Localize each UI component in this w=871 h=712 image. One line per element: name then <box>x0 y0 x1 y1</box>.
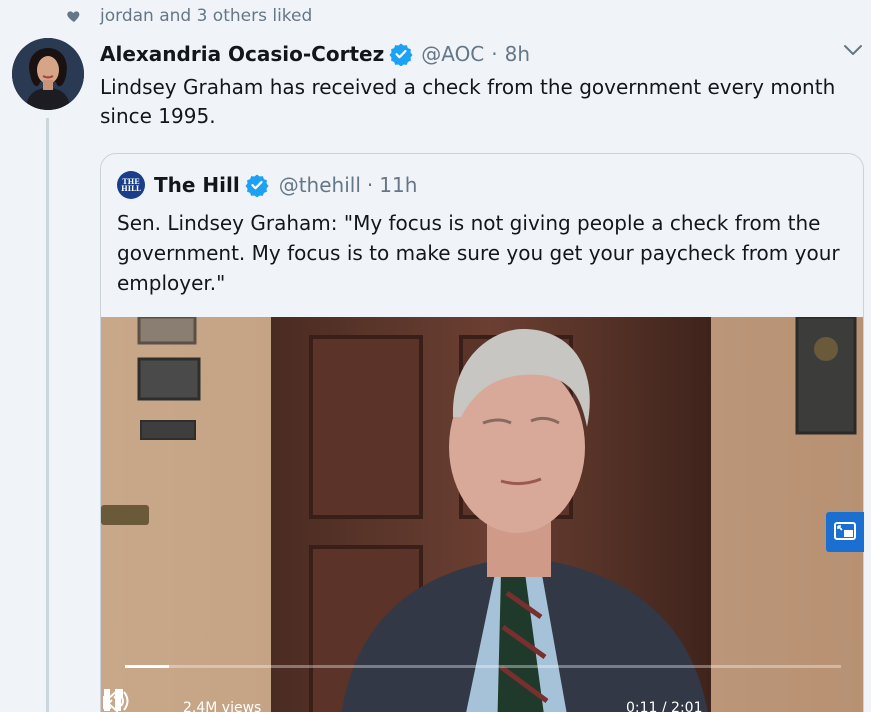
quoted-author-handle[interactable]: @thehill <box>279 173 361 197</box>
verified-icon <box>389 43 413 66</box>
heart-icon <box>67 11 80 22</box>
thread-line <box>46 118 49 712</box>
separator: · <box>366 173 374 197</box>
quoted-tweet-card[interactable]: THE HILL The Hill @thehill · 11h Sen. Li… <box>100 153 864 712</box>
quoted-tweet-header: THE HILL The Hill @thehill · 11h <box>117 171 417 199</box>
tweet-header: Alexandria Ocasio-Cortez @AOC · 8h <box>100 40 530 68</box>
quoted-author-name[interactable]: The Hill <box>154 173 240 197</box>
video-progress-fill <box>125 665 170 668</box>
author-name[interactable]: Alexandria Ocasio-Cortez <box>100 42 384 66</box>
time-readout: 0:11 / 2:01 <box>626 700 703 712</box>
video-player[interactable]: 2.4M views 0:11 / 2:01 <box>101 317 863 712</box>
quoted-avatar[interactable]: THE HILL <box>117 171 145 199</box>
picture-in-picture-button[interactable] <box>826 512 864 552</box>
chevron-down-icon[interactable] <box>842 40 864 60</box>
view-count: 2.4M views <box>183 700 262 712</box>
separator: · <box>491 42 498 66</box>
verified-icon <box>245 174 269 197</box>
tweet-text: Lindsey Graham has received a check from… <box>100 75 836 128</box>
timestamp[interactable]: 8h <box>505 42 530 66</box>
expand-icon[interactable] <box>101 687 125 711</box>
avatar[interactable] <box>12 38 84 110</box>
social-context: jordan and 3 others liked <box>66 6 312 26</box>
quoted-avatar-text: THE HILL <box>121 177 141 193</box>
video-controls: 2.4M views 0:11 / 2:01 <box>101 687 863 712</box>
quoted-tweet-text: Sen. Lindsey Graham: "My focus is not gi… <box>117 211 840 295</box>
author-handle[interactable]: @AOC <box>421 42 484 66</box>
video-progress-bar[interactable] <box>125 665 841 668</box>
quoted-timestamp[interactable]: 11h <box>379 173 417 197</box>
liked-text[interactable]: jordan and 3 others liked <box>100 6 312 26</box>
picture-in-picture-icon <box>834 522 856 540</box>
video-frame <box>101 317 863 712</box>
